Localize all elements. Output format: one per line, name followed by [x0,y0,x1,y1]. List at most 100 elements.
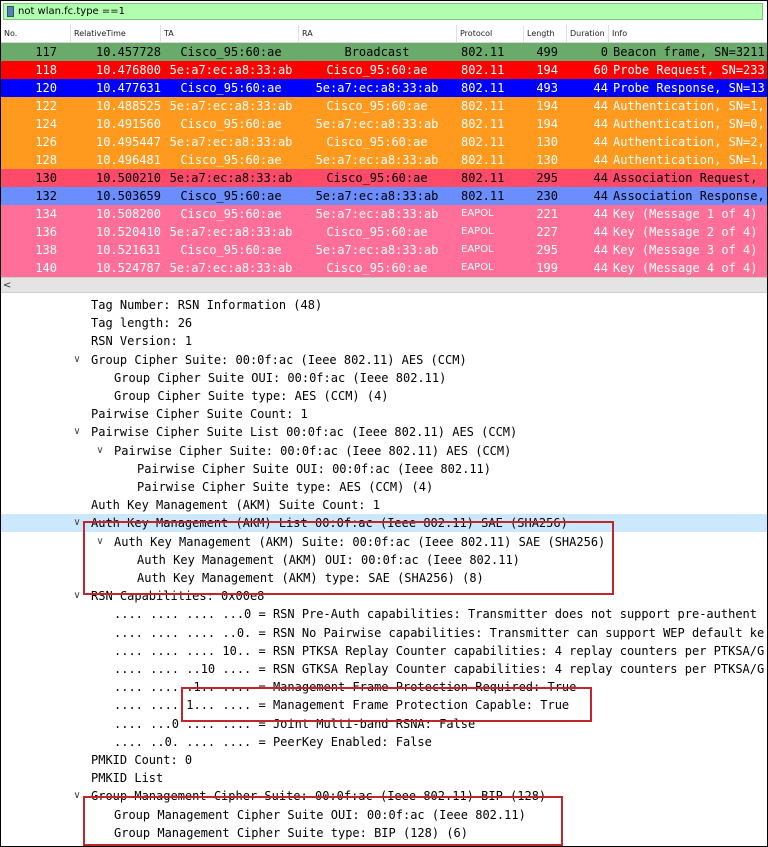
tree-item-label: .... .... .1.. .... = Management Frame P… [114,680,577,695]
packet-duration: 44 [593,171,608,185]
packet-no: 136 [35,225,57,239]
packet-row[interactable]: 130 10.500210 5e:a7:ec:a8:33:ab Cisco_95:60… [1,169,767,187]
column-header-protocol[interactable]: Protocol [457,25,524,42]
wireshark-window: not wlan.fc.type ==1 No. RelativeTime TA… [0,0,768,847]
tree-item-label: .... .... .... ..0. = RSN No Pairwise ca… [114,625,765,640]
tree-item[interactable]: Pairwise Cipher Suite Count: 1 [1,405,767,423]
expand-chevron-icon[interactable]: ∨ [94,533,106,551]
tree-item[interactable]: .... .... .... 10.. = RSN PTKSA Replay C… [1,642,767,660]
tree-item-label: PMKID Count: 0 [91,753,193,767]
tree-item-label: Group Cipher Suite type: AES (CCM) (4) [114,389,389,403]
tree-item[interactable]: Tag Number: RSN Information (48) [1,296,767,314]
tree-item-label: Pairwise Cipher Suite: 00:0f:ac (Ieee 80… [114,443,512,458]
column-header-time[interactable]: RelativeTime [71,25,161,42]
packet-row[interactable]: 122 10.488525 5e:a7:ec:a8:33:ab Cisco_95:60… [1,97,767,115]
packet-ra: Cisco_95:60:ae [326,99,428,113]
tree-item[interactable]: Auth Key Management (AKM) type: SAE (SHA… [1,569,767,587]
packet-row[interactable]: 128 10.496481 Cisco_95:60:ae 5e:a7:ec:a8:33… [1,151,767,169]
display-filter-input[interactable]: not wlan.fc.type ==1 [18,6,125,17]
tree-item[interactable]: PMKID List [1,769,767,787]
packet-list-header: No. RelativeTime TA RA Protocol Length D… [1,25,767,43]
packet-ta: 5e:a7:ec:a8:33:ab [169,225,293,239]
tree-item-label: Group Management Cipher Suite type: BIP … [114,825,469,840]
expand-chevron-icon[interactable]: ∨ [71,514,83,532]
packet-row[interactable]: 120 10.477631 Cisco_95:60:ae 5e:a7:ec:a8:33… [1,79,767,97]
packet-protocol: EAPOL [461,208,494,219]
tree-item[interactable]: ∨ Auth Key Management (AKM) Suite: 00:0f:… [1,533,767,551]
packet-row[interactable]: 134 10.508200 Cisco_95:60:ae 5e:a7:ec:a8:33… [1,205,767,223]
tree-item[interactable]: Pairwise Cipher Suite OUI: 00:0f:ac (Iee… [1,460,767,478]
packet-protocol: 802.11 [461,153,505,167]
tree-item[interactable]: Group Cipher Suite type: AES (CCM) (4) [1,387,767,405]
tree-item[interactable]: Pairwise Cipher Suite type: AES (CCM) (4… [1,478,767,496]
packet-row[interactable]: 132 10.503659 Cisco_95:60:ae 5e:a7:ec:a8:33… [1,187,767,205]
packet-ra: 5e:a7:ec:a8:33:ab [315,81,439,95]
packet-time: 10.477631 [95,81,161,95]
packet-list-horizontal-scrollbar[interactable]: < [1,277,767,293]
packet-info: Authentication, SN=0, [613,117,765,131]
packet-protocol: 802.11 [461,63,505,77]
tree-item[interactable]: .... .... .... ...0 = RSN Pre-Auth capab… [1,605,767,623]
packet-no: 117 [35,45,57,59]
tree-item[interactable]: .... .... 1... .... = Management Frame P… [1,696,767,714]
expand-chevron-icon[interactable]: ∨ [71,423,83,441]
tree-item[interactable]: Group Management Cipher Suite OUI: 00:0f… [1,806,767,824]
tree-item[interactable]: ∨ RSN Capabilities: 0x00e8 [1,587,767,605]
expand-chevron-icon[interactable]: ∨ [71,587,83,605]
tree-item-label: Pairwise Cipher Suite List 00:0f:ac (Iee… [91,425,518,440]
bookmark-icon[interactable] [7,6,14,17]
tree-item[interactable]: .... .... .1.. .... = Management Frame P… [1,678,767,696]
tree-item[interactable]: ∨ Group Cipher Suite: 00:0f:ac (Ieee 802.… [1,351,767,369]
packet-no: 140 [35,261,57,275]
scroll-left-icon[interactable]: < [3,279,11,292]
packet-length: 295 [536,243,558,257]
tree-item[interactable]: Auth Key Management (AKM) Suite Count: 1 [1,496,767,514]
tree-item[interactable]: .... ...0 .... .... = Joint Multi-band R… [1,715,767,733]
tree-item[interactable]: ∨ Pairwise Cipher Suite List 00:0f:ac (Ie… [1,423,767,441]
packet-ta: Cisco_95:60:ae [180,207,282,221]
packet-no: 128 [35,153,57,167]
tree-item[interactable]: ∨ Auth Key Management (AKM) List 00:0f:ac… [1,514,767,533]
packet-no: 130 [35,171,57,185]
packet-info: Beacon frame, SN=3211, [613,45,768,59]
packet-row[interactable]: 118 10.476800 5e:a7:ec:a8:33:ab Cisco_95:60… [1,61,767,79]
tree-item[interactable]: .... ..0. .... .... = PeerKey Enabled: F… [1,733,767,751]
tree-item[interactable]: Tag length: 26 [1,314,767,332]
column-header-ra[interactable]: RA [299,25,457,42]
packet-row[interactable]: 136 10.520410 5e:a7:ec:a8:33:ab Cisco_95:60… [1,223,767,241]
tree-item-label: Group Cipher Suite: 00:0f:ac (Ieee 802.1… [91,352,467,367]
packet-row[interactable]: 138 10.521631 Cisco_95:60:ae 5e:a7:ec:a8:33… [1,241,767,259]
packet-row[interactable]: 117 10.457728 Cisco_95:60:ae Broadcast 802.1… [1,43,768,61]
tree-item[interactable]: RSN Version: 1 [1,332,767,350]
packet-length: 194 [536,117,558,131]
packet-length: 194 [536,99,558,113]
tree-item[interactable]: Group Cipher Suite OUI: 00:0f:ac (Ieee 8… [1,369,767,387]
column-header-no[interactable]: No. [1,25,71,42]
tree-item[interactable]: PMKID Count: 0 [1,751,767,769]
expand-chevron-icon[interactable]: ∨ [71,351,83,369]
packet-ta: Cisco_95:60:ae [180,81,282,95]
packet-duration: 44 [593,189,608,203]
packet-length: 499 [536,45,558,59]
packet-time: 10.524787 [95,261,161,275]
tree-item[interactable]: Auth Key Management (AKM) OUI: 00:0f:ac … [1,551,767,569]
expand-chevron-icon[interactable]: ∨ [94,442,106,460]
packet-row[interactable]: 124 10.491560 Cisco_95:60:ae 5e:a7:ec:a8:33… [1,115,767,133]
packet-no: 132 [35,189,57,203]
display-filter-bar[interactable]: not wlan.fc.type ==1 [3,3,763,20]
packet-ra: Cisco_95:60:ae [326,63,428,77]
expand-chevron-icon[interactable]: ∨ [71,787,83,805]
column-header-info[interactable]: Info [609,25,767,42]
packet-row[interactable]: 126 10.495447 5e:a7:ec:a8:33:ab Cisco_95:60… [1,133,767,151]
packet-row[interactable]: 140 10.524787 5e:a7:ec:a8:33:ab Cisco_95:60… [1,259,767,277]
column-header-length[interactable]: Length [524,25,567,42]
packet-protocol: 802.11 [461,135,505,149]
column-header-duration[interactable]: Duration [567,25,609,42]
tree-item[interactable]: ∨ Pairwise Cipher Suite: 00:0f:ac (Ieee 8… [1,442,767,460]
tree-item[interactable]: .... .... ..10 .... = RSN GTKSA Replay C… [1,660,767,678]
tree-item[interactable]: .... .... .... ..0. = RSN No Pairwise ca… [1,624,767,642]
packet-ta: Cisco_95:60:ae [180,45,282,59]
tree-item[interactable]: Group Management Cipher Suite type: BIP … [1,824,767,842]
tree-item[interactable]: ∨ Group Management Cipher Suite: 00:0f:ac… [1,787,767,805]
column-header-ta[interactable]: TA [161,25,299,42]
